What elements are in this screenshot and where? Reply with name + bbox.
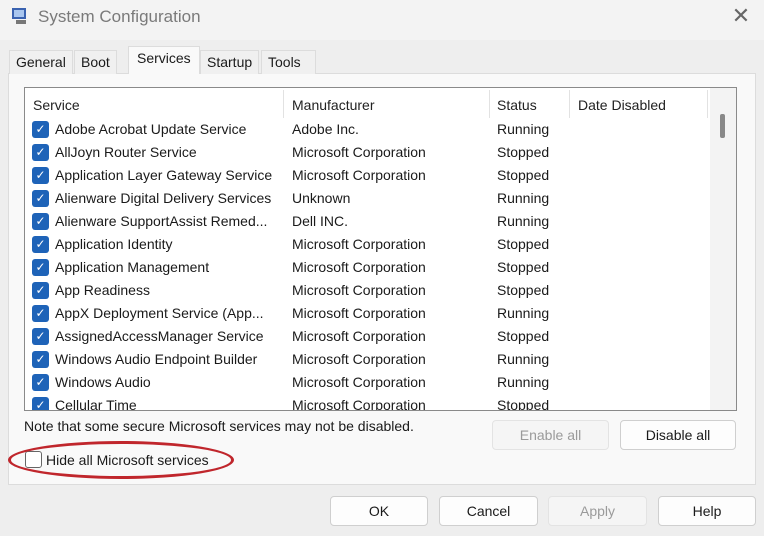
service-checkbox[interactable]: ✓: [32, 374, 49, 391]
service-name: AppX Deployment Service (App...: [55, 302, 264, 325]
service-checkbox[interactable]: ✓: [32, 351, 49, 368]
column-header-status[interactable]: Status: [497, 92, 537, 118]
service-name: AssignedAccessManager Service: [55, 325, 264, 348]
column-header-manufacturer[interactable]: Manufacturer: [292, 92, 374, 118]
service-name: Alienware SupportAssist Remed...: [55, 210, 267, 233]
service-name: Application Management: [55, 256, 209, 279]
disable-all-button[interactable]: Disable all: [620, 420, 736, 450]
status: Running: [497, 118, 549, 141]
service-checkbox[interactable]: ✓: [32, 305, 49, 322]
manufacturer: Adobe Inc.: [292, 118, 359, 141]
status: Running: [497, 348, 549, 371]
service-name: Application Identity: [55, 233, 173, 256]
manufacturer: Microsoft Corporation: [292, 371, 426, 394]
service-checkbox[interactable]: ✓: [32, 236, 49, 253]
table-row[interactable]: ✓ Application Layer Gateway Service Micr…: [25, 164, 710, 187]
status: Stopped: [497, 256, 549, 279]
status: Stopped: [497, 279, 549, 302]
manufacturer: Microsoft Corporation: [292, 325, 426, 348]
status: Running: [497, 210, 549, 233]
tab-services[interactable]: Services: [128, 46, 200, 74]
service-name: Application Layer Gateway Service: [55, 164, 272, 187]
scrollbar-thumb[interactable]: [720, 114, 725, 138]
status: Running: [497, 371, 549, 394]
service-name: Alienware Digital Delivery Services: [55, 187, 271, 210]
close-icon[interactable]: ✕: [728, 4, 754, 30]
service-checkbox[interactable]: ✓: [32, 282, 49, 299]
table-row[interactable]: ✓ Cellular Time Microsoft Corporation St…: [25, 394, 710, 411]
column-header-service[interactable]: Service: [33, 92, 80, 118]
highlight-ellipse: [8, 441, 234, 479]
table-row[interactable]: ✓ Adobe Acrobat Update Service Adobe Inc…: [25, 118, 710, 141]
manufacturer: Microsoft Corporation: [292, 233, 426, 256]
service-checkbox[interactable]: ✓: [32, 167, 49, 184]
table-row[interactable]: ✓ Application Management Microsoft Corpo…: [25, 256, 710, 279]
table-row[interactable]: ✓ Windows Audio Microsoft Corporation Ru…: [25, 371, 710, 394]
service-name: App Readiness: [55, 279, 150, 302]
status: Stopped: [497, 325, 549, 348]
status: Running: [497, 187, 549, 210]
table-row[interactable]: ✓ Alienware Digital Delivery Services Un…: [25, 187, 710, 210]
column-divider[interactable]: [569, 90, 570, 118]
service-checkbox[interactable]: ✓: [32, 328, 49, 345]
apply-button[interactable]: Apply: [548, 496, 647, 526]
status: Stopped: [497, 164, 549, 187]
manufacturer: Microsoft Corporation: [292, 164, 426, 187]
window-title: System Configuration: [38, 7, 201, 27]
status: Stopped: [497, 233, 549, 256]
status: Stopped: [497, 394, 549, 411]
table-row[interactable]: ✓ Windows Audio Endpoint Builder Microso…: [25, 348, 710, 371]
service-name: Adobe Acrobat Update Service: [55, 118, 246, 141]
table-row[interactable]: ✓ Alienware SupportAssist Remed... Dell …: [25, 210, 710, 233]
tab-general[interactable]: General: [9, 50, 73, 74]
tab-startup[interactable]: Startup: [200, 50, 259, 74]
service-name: AllJoyn Router Service: [55, 141, 197, 164]
service-checkbox[interactable]: ✓: [32, 397, 49, 411]
column-divider[interactable]: [707, 90, 708, 118]
service-name: Cellular Time: [55, 394, 137, 411]
table-row[interactable]: ✓ AssignedAccessManager Service Microsof…: [25, 325, 710, 348]
manufacturer: Microsoft Corporation: [292, 348, 426, 371]
ok-button[interactable]: OK: [330, 496, 428, 526]
manufacturer: Microsoft Corporation: [292, 279, 426, 302]
column-divider[interactable]: [489, 90, 490, 118]
cancel-button[interactable]: Cancel: [439, 496, 538, 526]
services-list[interactable]: Service Manufacturer Status Date Disable…: [24, 87, 737, 411]
service-checkbox[interactable]: ✓: [32, 144, 49, 161]
service-checkbox[interactable]: ✓: [32, 190, 49, 207]
service-checkbox[interactable]: ✓: [32, 121, 49, 138]
manufacturer: Microsoft Corporation: [292, 302, 426, 325]
manufacturer: Microsoft Corporation: [292, 256, 426, 279]
manufacturer: Unknown: [292, 187, 350, 210]
manufacturer: Microsoft Corporation: [292, 141, 426, 164]
enable-all-button[interactable]: Enable all: [492, 420, 609, 450]
status: Stopped: [497, 141, 549, 164]
help-button[interactable]: Help: [658, 496, 756, 526]
service-checkbox[interactable]: ✓: [32, 259, 49, 276]
column-divider[interactable]: [283, 90, 284, 118]
service-checkbox[interactable]: ✓: [32, 213, 49, 230]
status: Running: [497, 302, 549, 325]
column-header-date-disabled[interactable]: Date Disabled: [578, 92, 666, 118]
table-row[interactable]: ✓ AllJoyn Router Service Microsoft Corpo…: [25, 141, 710, 164]
tab-boot[interactable]: Boot: [74, 50, 117, 74]
table-row[interactable]: ✓ Application Identity Microsoft Corpora…: [25, 233, 710, 256]
manufacturer: Microsoft Corporation: [292, 394, 426, 411]
note-text: Note that some secure Microsoft services…: [24, 418, 414, 434]
service-name: Windows Audio: [55, 371, 151, 394]
service-name: Windows Audio Endpoint Builder: [55, 348, 257, 371]
table-row[interactable]: ✓ AppX Deployment Service (App... Micros…: [25, 302, 710, 325]
system-configuration-icon: [10, 6, 30, 26]
tab-tools[interactable]: Tools: [261, 50, 316, 74]
manufacturer: Dell INC.: [292, 210, 348, 233]
table-row[interactable]: ✓ App Readiness Microsoft Corporation St…: [25, 279, 710, 302]
